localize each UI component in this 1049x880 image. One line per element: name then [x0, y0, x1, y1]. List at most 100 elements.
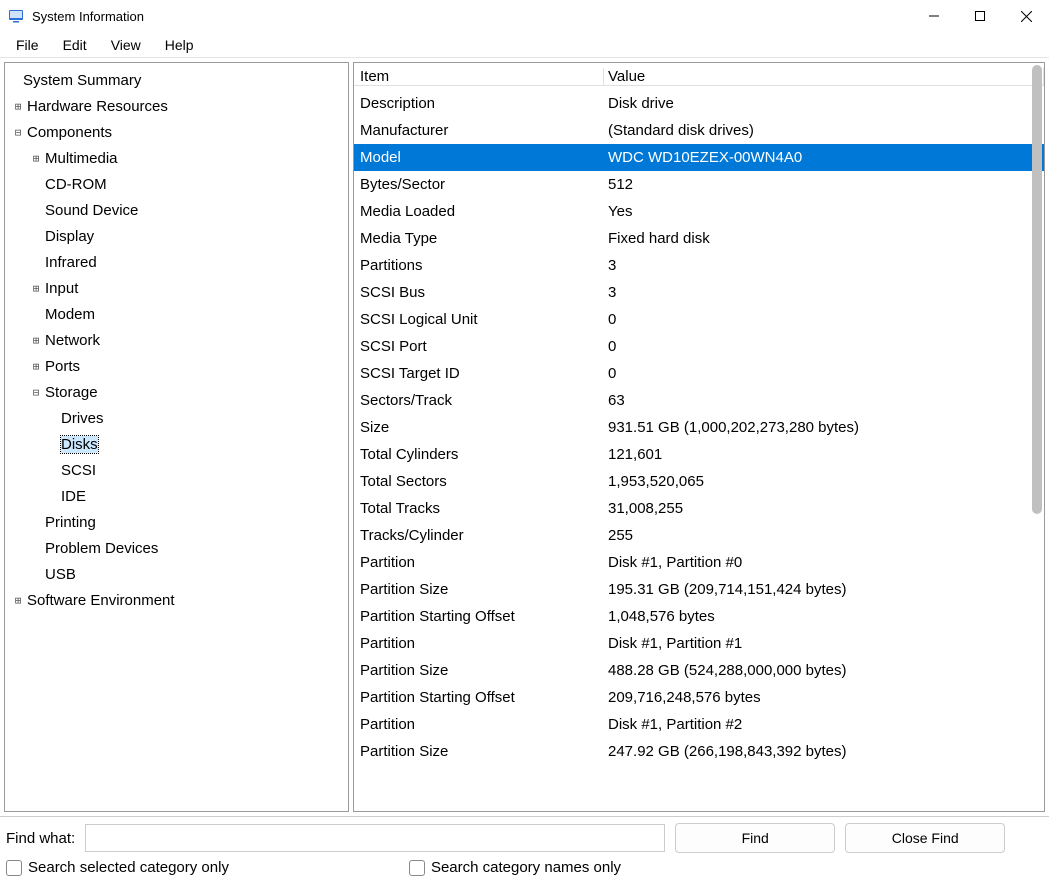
grid-row[interactable]: Partition Size488.28 GB (524,288,000,000… [354, 657, 1044, 684]
grid-row[interactable]: Size931.51 GB (1,000,202,273,280 bytes) [354, 414, 1044, 441]
grid-row[interactable]: Total Sectors1,953,520,065 [354, 468, 1044, 495]
close-button[interactable] [1003, 0, 1049, 32]
grid-row[interactable]: ModelWDC WD10EZEX-00WN4A0 [354, 144, 1044, 171]
tree-software-env[interactable]: ⊞Software Environment [7, 587, 346, 613]
tree-usb[interactable]: USB [7, 561, 346, 587]
cell-value: 3 [604, 257, 1044, 274]
cell-item: Partition [354, 716, 604, 733]
tree-sound[interactable]: Sound Device [7, 197, 346, 223]
tree-storage[interactable]: ⊟Storage [7, 379, 346, 405]
window-title: System Information [32, 9, 144, 24]
tree-problem-devices[interactable]: Problem Devices [7, 535, 346, 561]
cell-value: (Standard disk drives) [604, 122, 1044, 139]
grid-header[interactable]: Item Value [354, 63, 1044, 90]
grid-row[interactable]: DescriptionDisk drive [354, 90, 1044, 117]
grid-row[interactable]: PartitionDisk #1, Partition #1 [354, 630, 1044, 657]
cell-item: Partition Size [354, 662, 604, 679]
find-label: Find what: [6, 830, 75, 847]
cell-item: SCSI Logical Unit [354, 311, 604, 328]
tree-hardware-resources[interactable]: ⊞Hardware Resources [7, 93, 346, 119]
cell-value: 63 [604, 392, 1044, 409]
tree-display[interactable]: Display [7, 223, 346, 249]
header-value[interactable]: Value [604, 68, 1044, 86]
menu-help[interactable]: Help [155, 35, 204, 55]
minimize-button[interactable] [911, 0, 957, 32]
tree-modem[interactable]: Modem [7, 301, 346, 327]
grid-row[interactable]: SCSI Logical Unit0 [354, 306, 1044, 333]
cell-item: Bytes/Sector [354, 176, 604, 193]
detail-grid[interactable]: Item Value DescriptionDisk driveManufact… [353, 62, 1045, 812]
vertical-scrollbar[interactable] [1032, 65, 1042, 514]
cell-item: Manufacturer [354, 122, 604, 139]
header-item[interactable]: Item [354, 68, 604, 86]
grid-row[interactable]: Tracks/Cylinder255 [354, 522, 1044, 549]
close-find-button[interactable]: Close Find [845, 823, 1005, 853]
find-bar: Find what: Find Close Find Search select… [0, 816, 1049, 880]
find-input[interactable] [85, 824, 665, 852]
tree-printing[interactable]: Printing [7, 509, 346, 535]
cell-value: Disk #1, Partition #1 [604, 635, 1044, 652]
search-names-checkbox[interactable]: Search category names only [409, 859, 621, 876]
grid-row[interactable]: Partition Size195.31 GB (209,714,151,424… [354, 576, 1044, 603]
grid-row[interactable]: Partition Starting Offset1,048,576 bytes [354, 603, 1044, 630]
tree-input[interactable]: ⊞Input [7, 275, 346, 301]
cell-item: Partitions [354, 257, 604, 274]
tree-ports[interactable]: ⊞Ports [7, 353, 346, 379]
grid-row[interactable]: Partition Starting Offset209,716,248,576… [354, 684, 1044, 711]
grid-row[interactable]: Total Tracks31,008,255 [354, 495, 1044, 522]
tree-infrared[interactable]: Infrared [7, 249, 346, 275]
cell-value: Disk #1, Partition #0 [604, 554, 1044, 571]
grid-row[interactable]: Manufacturer(Standard disk drives) [354, 117, 1044, 144]
tree-network[interactable]: ⊞Network [7, 327, 346, 353]
tree-multimedia[interactable]: ⊞Multimedia [7, 145, 346, 171]
tree-scsi[interactable]: SCSI [7, 457, 346, 483]
cell-item: Sectors/Track [354, 392, 604, 409]
tree-components[interactable]: ⊟Components [7, 119, 346, 145]
grid-row[interactable]: Bytes/Sector512 [354, 171, 1044, 198]
category-tree[interactable]: ⊞System Summary ⊞Hardware Resources ⊟Com… [4, 62, 349, 812]
grid-row[interactable]: SCSI Target ID0 [354, 360, 1044, 387]
grid-row[interactable]: PartitionDisk #1, Partition #2 [354, 711, 1044, 738]
cell-value: Yes [604, 203, 1044, 220]
tree-ide[interactable]: IDE [7, 483, 346, 509]
tree-cdrom[interactable]: CD-ROM [7, 171, 346, 197]
grid-row[interactable]: Partitions3 [354, 252, 1044, 279]
cell-value: 195.31 GB (209,714,151,424 bytes) [604, 581, 1044, 598]
cell-item: Size [354, 419, 604, 436]
cell-item: Total Cylinders [354, 446, 604, 463]
grid-row[interactable]: SCSI Bus3 [354, 279, 1044, 306]
search-selected-checkbox[interactable]: Search selected category only [6, 859, 229, 876]
cell-value: 121,601 [604, 446, 1044, 463]
cell-value: 255 [604, 527, 1044, 544]
grid-row[interactable]: PartitionDisk #1, Partition #0 [354, 549, 1044, 576]
cell-value: 247.92 GB (266,198,843,392 bytes) [604, 743, 1044, 760]
cell-value: 488.28 GB (524,288,000,000 bytes) [604, 662, 1044, 679]
tree-drives[interactable]: Drives [7, 405, 346, 431]
menu-edit[interactable]: Edit [53, 35, 97, 55]
cell-item: Media Type [354, 230, 604, 247]
cell-item: Tracks/Cylinder [354, 527, 604, 544]
grid-row[interactable]: SCSI Port0 [354, 333, 1044, 360]
cell-value: WDC WD10EZEX-00WN4A0 [604, 149, 1044, 166]
title-bar: System Information [0, 0, 1049, 32]
grid-row[interactable]: Media LoadedYes [354, 198, 1044, 225]
tree-disks[interactable]: Disks [7, 431, 346, 457]
find-button[interactable]: Find [675, 823, 835, 853]
cell-item: Partition Starting Offset [354, 608, 604, 625]
grid-row[interactable]: Partition Size247.92 GB (266,198,843,392… [354, 738, 1044, 765]
menu-bar: File Edit View Help [0, 32, 1049, 58]
grid-row[interactable]: Media TypeFixed hard disk [354, 225, 1044, 252]
grid-row[interactable]: Total Cylinders121,601 [354, 441, 1044, 468]
tree-system-summary[interactable]: ⊞System Summary [7, 67, 346, 93]
cell-item: Partition [354, 635, 604, 652]
maximize-button[interactable] [957, 0, 1003, 32]
cell-item: Model [354, 149, 604, 166]
cell-value: 512 [604, 176, 1044, 193]
cell-value: 0 [604, 311, 1044, 328]
cell-item: Total Sectors [354, 473, 604, 490]
grid-row[interactable]: Sectors/Track63 [354, 387, 1044, 414]
cell-value: Disk drive [604, 95, 1044, 112]
menu-view[interactable]: View [101, 35, 151, 55]
cell-item: SCSI Target ID [354, 365, 604, 382]
menu-file[interactable]: File [6, 35, 49, 55]
